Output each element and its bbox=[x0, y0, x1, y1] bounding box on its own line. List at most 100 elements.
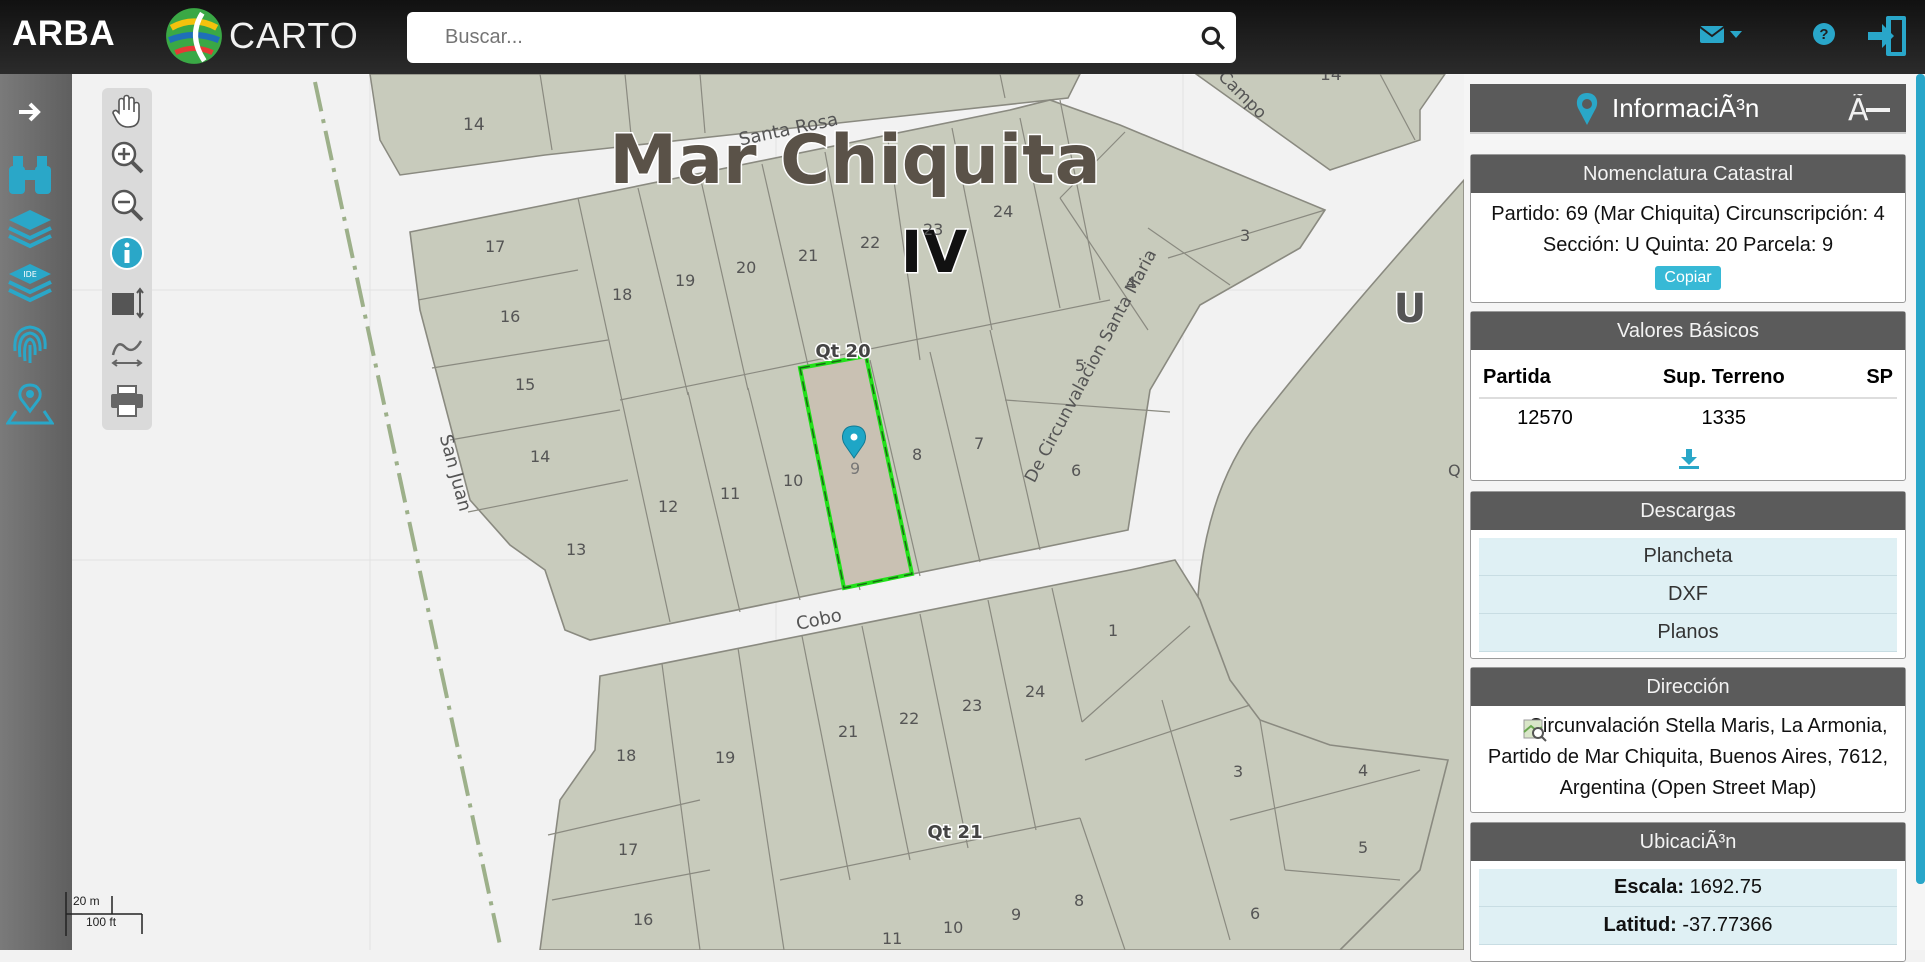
parcel-label: 17 bbox=[618, 840, 638, 859]
search-box[interactable] bbox=[407, 12, 1236, 63]
parcel-label: 6 bbox=[1250, 904, 1260, 923]
layers-icon bbox=[8, 210, 52, 249]
mail-dropdown-icon[interactable] bbox=[1700, 24, 1744, 46]
parcel-label: 9 bbox=[1011, 905, 1021, 924]
map-search-icon bbox=[1523, 719, 1547, 742]
panel-scrollbar[interactable] bbox=[1916, 74, 1925, 884]
escala-row: Escala: 1692.75 bbox=[1479, 869, 1897, 907]
parcel-label: 19 bbox=[715, 748, 735, 767]
carto-globe-icon bbox=[166, 8, 222, 64]
table-cell: 1335 bbox=[1701, 407, 1747, 429]
map-location-icon bbox=[6, 383, 54, 425]
parcel-label: 11 bbox=[882, 929, 902, 948]
collapse-panel-icon[interactable]: Ã bbox=[1848, 94, 1892, 124]
parcel-label: 18 bbox=[616, 746, 636, 765]
zoom-out-button[interactable] bbox=[108, 186, 146, 224]
parcel-label: 21 bbox=[798, 246, 818, 265]
latitud-row: Latitud: -37.77366 bbox=[1479, 907, 1897, 945]
binoculars-button[interactable] bbox=[6, 150, 54, 198]
copy-button[interactable]: Copiar bbox=[1655, 266, 1721, 290]
column-header: SP bbox=[1836, 358, 1897, 399]
info-panel-header: InformaciÃ³n Ã bbox=[1470, 84, 1906, 134]
map-layer[interactable]: 14 14 Santa Rosa Campo Mar Chiquita IV U… bbox=[72, 74, 1464, 950]
svg-text:?: ? bbox=[1819, 26, 1828, 43]
parcel-label: 4 bbox=[1126, 273, 1136, 292]
fingerprint-icon bbox=[13, 325, 47, 363]
help-icon[interactable]: ? bbox=[1812, 22, 1836, 46]
fingerprint-button[interactable] bbox=[6, 320, 54, 368]
parcel-label: 17 bbox=[485, 237, 505, 256]
measure-distance-icon bbox=[111, 340, 143, 367]
parcel-label: 19 bbox=[675, 271, 695, 290]
print-button[interactable] bbox=[108, 382, 146, 420]
binoculars-icon bbox=[9, 156, 51, 194]
parcel-label: 15 bbox=[515, 375, 535, 394]
descargas-section: Descargas Plancheta DXF Planos bbox=[1470, 491, 1906, 659]
layers-button[interactable] bbox=[6, 204, 54, 252]
parcel-label: 18 bbox=[612, 285, 632, 304]
info-panel-title: InformaciÃ³n bbox=[1612, 93, 1760, 123]
expand-arrow-button[interactable] bbox=[6, 88, 54, 136]
map-canvas[interactable]: 14 14 Santa Rosa Campo Mar Chiquita IV U… bbox=[72, 74, 1464, 950]
nomenclatura-section: Nomenclatura Catastral Partido: 69 (Mar … bbox=[1470, 154, 1906, 303]
logout-icon[interactable] bbox=[1866, 14, 1910, 58]
ide-layers-button[interactable]: IDE bbox=[6, 258, 54, 306]
parcel-label: 10 bbox=[943, 918, 963, 937]
table-cell: 12570 bbox=[1517, 407, 1573, 429]
parcel-label: 16 bbox=[500, 307, 520, 326]
measure-distance-button[interactable] bbox=[108, 332, 146, 370]
quinta-label-top: Qt 20 bbox=[815, 341, 870, 362]
download-planos-link[interactable]: Planos bbox=[1479, 614, 1897, 652]
parcel-label: 22 bbox=[899, 709, 919, 728]
zoom-in-button[interactable] bbox=[108, 138, 146, 176]
carto-logo[interactable]: CARTO bbox=[163, 6, 359, 66]
scale-metric: 20 m bbox=[73, 894, 100, 908]
download-icon[interactable] bbox=[1678, 448, 1700, 470]
map-pin-icon bbox=[1576, 93, 1598, 125]
column-header: Partida bbox=[1479, 358, 1611, 399]
parcel-label: 8 bbox=[1074, 891, 1084, 910]
direccion-header: Dirección bbox=[1471, 668, 1905, 706]
latitud-value: -37.77366 bbox=[1682, 914, 1773, 936]
location-button[interactable] bbox=[6, 380, 54, 428]
zone-letter-label: U bbox=[1394, 286, 1426, 332]
search-icon[interactable] bbox=[1200, 25, 1226, 51]
arba-logo[interactable]: ARBA bbox=[12, 14, 115, 54]
search-input[interactable] bbox=[407, 12, 1187, 63]
scale-bar: 20 m 100 ft bbox=[64, 892, 144, 936]
parcel-label: 14 bbox=[530, 447, 550, 466]
parcel-label: 24 bbox=[993, 202, 1013, 221]
parcel-label: Q bbox=[1448, 461, 1461, 480]
top-bar: ARBA CARTO ? bbox=[0, 0, 1925, 74]
info-tool-button[interactable] bbox=[108, 234, 146, 272]
pan-tool-button[interactable] bbox=[108, 92, 146, 130]
download-plancheta-link[interactable]: Plancheta bbox=[1479, 538, 1897, 576]
measure-area-button[interactable] bbox=[108, 284, 146, 322]
valores-section: Valores Básicos Partida Sup. Terreno SP … bbox=[1470, 311, 1906, 481]
carto-logo-text: CARTO bbox=[229, 15, 359, 56]
arrow-right-icon bbox=[19, 102, 41, 122]
nomenclatura-header: Nomenclatura Catastral bbox=[1471, 155, 1905, 193]
download-dxf-link[interactable]: DXF bbox=[1479, 576, 1897, 614]
parcel-label: 7 bbox=[974, 434, 984, 453]
zoom-out-icon bbox=[111, 189, 144, 222]
scale-imperial: 100 ft bbox=[86, 915, 117, 929]
escala-label: Escala: bbox=[1614, 876, 1685, 898]
info-icon bbox=[110, 236, 144, 270]
parcel-label: 3 bbox=[1240, 226, 1250, 245]
parcel-label: 8 bbox=[912, 445, 922, 464]
map-toolbar bbox=[102, 88, 152, 430]
parcel-label: 11 bbox=[720, 484, 740, 503]
svg-text:Ã: Ã bbox=[1848, 94, 1869, 124]
parcel-label-selected: 9 bbox=[850, 459, 860, 478]
column-header: Sup. Terreno bbox=[1610, 358, 1837, 399]
parcel-label: 5 bbox=[1075, 356, 1085, 375]
parcel-label: 12 bbox=[658, 497, 678, 516]
parcel-label: 16 bbox=[633, 910, 653, 929]
hand-icon bbox=[112, 94, 140, 128]
parcel-label: 21 bbox=[838, 722, 858, 741]
parcel-label: 3 bbox=[1233, 762, 1243, 781]
parcel-label: 13 bbox=[566, 540, 586, 559]
left-dock: IDE bbox=[0, 74, 72, 950]
ide-layers-icon: IDE bbox=[8, 264, 52, 303]
